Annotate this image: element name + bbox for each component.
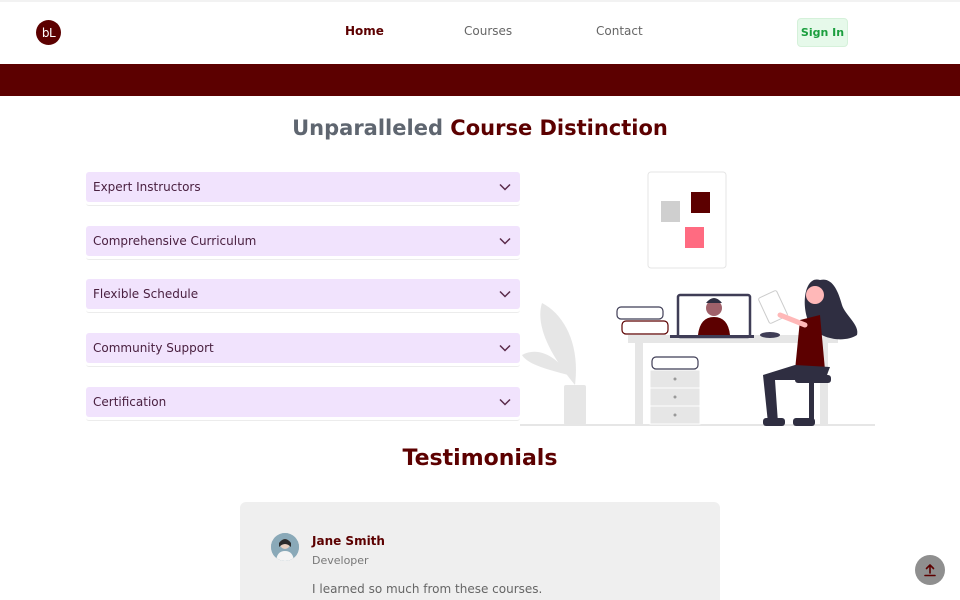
arrow-up-icon	[924, 564, 936, 577]
accordion-divider	[86, 257, 520, 260]
accordion-label: Flexible Schedule	[93, 287, 199, 301]
features-title-part1: Unparalleled	[292, 116, 443, 140]
logo[interactable]: bL	[36, 20, 61, 45]
features-title-part2: Course Distinction	[450, 116, 668, 140]
testimonial-name: Jane Smith	[312, 534, 385, 548]
features-title: Unparalleled Course Distinction	[0, 116, 960, 140]
chevron-down-icon[interactable]	[498, 341, 512, 355]
testimonial-role: Developer	[312, 554, 369, 567]
chevron-down-icon[interactable]	[498, 234, 512, 248]
testimonial-card: Jane Smith Developer I learned so much f…	[240, 502, 720, 600]
accordion-item-expert-instructors[interactable]: Expert Instructors	[86, 172, 520, 208]
accordion-divider	[86, 418, 520, 421]
testimonials-title: Testimonials	[402, 446, 558, 471]
chevron-down-icon[interactable]	[498, 395, 512, 409]
plant	[522, 303, 586, 425]
accordion-label: Comprehensive Curriculum	[93, 234, 257, 248]
scroll-to-top-button[interactable]	[915, 555, 945, 585]
accordion-item-community-support[interactable]: Community Support	[86, 333, 520, 369]
chevron-down-icon[interactable]	[498, 287, 512, 301]
wall-square-gray	[661, 201, 680, 222]
nav-link-courses[interactable]: Courses	[464, 24, 512, 38]
accordion-item-comprehensive-curriculum[interactable]: Comprehensive Curriculum	[86, 226, 520, 262]
accordion-divider	[86, 203, 520, 206]
nav-link-contact[interactable]: Contact	[596, 24, 643, 38]
woman-reading	[758, 279, 858, 426]
online-learning-illustration	[520, 171, 875, 426]
nav-link-home[interactable]: Home	[345, 24, 384, 38]
accordion-item-certification[interactable]: Certification	[86, 387, 520, 423]
testimonial-quote: I learned so much from these courses.	[312, 582, 543, 596]
accordion-label: Certification	[93, 395, 167, 409]
chevron-down-icon[interactable]	[498, 180, 512, 194]
accordion-item-flexible-schedule[interactable]: Flexible Schedule	[86, 279, 520, 315]
accordion-divider	[86, 364, 520, 367]
wall-square-pink	[685, 227, 704, 248]
accordion-label: Community Support	[93, 341, 214, 355]
navbar: bL Home Courses Contact Sign In	[0, 2, 960, 64]
accordion-label: Expert Instructors	[93, 180, 201, 194]
wall-card	[647, 171, 727, 269]
sign-in-button[interactable]: Sign In	[797, 18, 848, 47]
wall-square-red	[691, 192, 710, 213]
hero-banner	[0, 64, 960, 96]
avatar	[271, 533, 299, 561]
accordion-divider	[86, 310, 520, 313]
